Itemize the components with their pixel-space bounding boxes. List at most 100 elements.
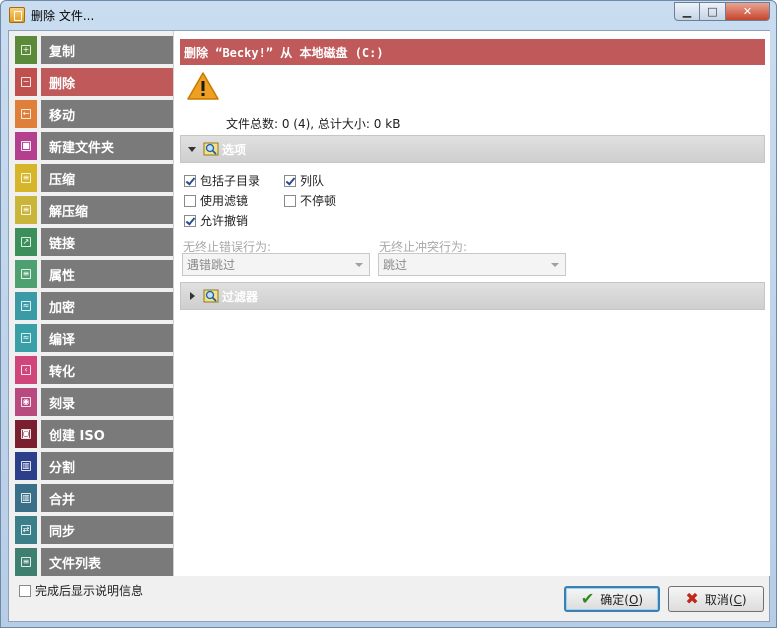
cancel-button[interactable]: ✖ 取消(C) <box>668 586 764 612</box>
sidebar-item[interactable]: ≈ 加密 <box>15 292 173 320</box>
sidebar-item[interactable]: ≡ 压缩 <box>15 164 173 192</box>
no-pause-checkbox[interactable]: 不停顿 <box>284 192 336 209</box>
chevron-down-icon <box>355 263 363 267</box>
show-info-checkbox[interactable]: 完成后显示说明信息 <box>19 582 143 599</box>
options-section-label: 选项 <box>222 142 247 157</box>
sidebar-item[interactable]: ≡ 属性 <box>15 260 173 288</box>
sidebar-item-icon: ▥ <box>15 452 37 480</box>
sidebar-item[interactable]: ◙ 创建 ISO <box>15 420 173 448</box>
sidebar-item-icon: + <box>15 36 37 64</box>
sidebar-item-icon: ⇄ <box>15 516 37 544</box>
conflict-behavior-select[interactable]: 跳过 <box>378 253 566 276</box>
warning-icon <box>187 72 219 100</box>
use-filter-label: 使用滤镜 <box>200 194 249 208</box>
close-icon: ✕ <box>742 5 753 18</box>
dialog-window: 删除 文件... ▁ □ ✕ + 复制 − 删除 ← 移动 ■ 新建文件夹 ≡ 压缩 ≡ 解压缩 ↗ 链接… <box>0 0 777 628</box>
sidebar-item-icon: ■ <box>15 132 37 160</box>
sidebar-item-label: 加密 <box>41 292 173 320</box>
maximize-icon: □ <box>707 5 718 18</box>
close-button[interactable]: ✕ <box>726 2 770 21</box>
sidebar-item[interactable]: ◉ 刻录 <box>15 388 173 416</box>
sidebar-item[interactable]: ≡ 解压缩 <box>15 196 173 224</box>
sidebar-item[interactable]: ≈ 编译 <box>15 324 173 352</box>
sidebar-item-label: 属性 <box>41 260 173 288</box>
include-subdirs-box[interactable] <box>184 174 196 187</box>
sidebar-item-label: 合并 <box>41 484 173 512</box>
include-subdirs-checkbox[interactable]: 包括子目录 <box>184 172 260 189</box>
sidebar-item-label: 压缩 <box>41 164 173 192</box>
chevron-down-icon <box>551 263 559 267</box>
sidebar-item-icon: ‹ <box>15 356 37 384</box>
sidebar-item-icon: ◙ <box>15 420 37 448</box>
sidebar-item-icon: ≡ <box>15 548 37 576</box>
error-behavior-value: 遇错跳过 <box>187 258 236 272</box>
sidebar-item[interactable]: − 删除 <box>15 68 173 96</box>
conflict-behavior-value: 跳过 <box>383 258 408 272</box>
sidebar-item-label: 删除 <box>41 68 173 96</box>
chevron-down-icon <box>188 146 196 152</box>
use-filter-checkbox[interactable]: 使用滤镜 <box>184 192 248 209</box>
cancel-button-label: 取消(C) <box>704 592 747 607</box>
sidebar-item[interactable]: ← 移动 <box>15 100 173 128</box>
queue-label: 列队 <box>300 174 325 188</box>
sidebar-item[interactable]: ‹ 转化 <box>15 356 173 384</box>
options-section-header[interactable]: 选项 <box>180 135 765 163</box>
dialog-client: + 复制 − 删除 ← 移动 ■ 新建文件夹 ≡ 压缩 ≡ 解压缩 ↗ 链接 ≡ 属性 ≈ 加密 ≈ 编译 ‹ 转化 ◉ 刻录… <box>8 30 770 622</box>
sidebar-item-label: 分割 <box>41 452 173 480</box>
options-search-icon <box>203 142 219 156</box>
sidebar-item-icon: ≡ <box>15 260 37 288</box>
sidebar-item[interactable]: ▥ 合并 <box>15 484 173 512</box>
show-info-label: 完成后显示说明信息 <box>35 584 144 598</box>
sidebar-item-icon: ≡ <box>15 196 37 224</box>
filter-section-header[interactable]: 过滤器 <box>180 282 765 310</box>
sidebar-item-label: 同步 <box>41 516 173 544</box>
allow-undo-checkbox[interactable]: 允许撤销 <box>184 212 248 229</box>
app-icon <box>9 7 25 23</box>
sidebar-item-label: 文件列表 <box>41 548 173 576</box>
ok-button[interactable]: ✔ 确定(O) <box>564 586 660 612</box>
sidebar-item-icon: ≈ <box>15 292 37 320</box>
sidebar-item-icon: ◉ <box>15 388 37 416</box>
no-pause-box[interactable] <box>284 194 296 207</box>
checkmark-icon: ✔ <box>580 589 595 608</box>
minimize-icon: ▁ <box>682 5 692 18</box>
operation-header: 删除 “Becky!” 从 本地磁盘 (C:) <box>180 39 765 65</box>
sidebar-item[interactable]: ↗ 链接 <box>15 228 173 256</box>
maximize-button[interactable]: □ <box>700 2 726 21</box>
sidebar-item[interactable]: ≡ 文件列表 <box>15 548 173 576</box>
sidebar-item-label: 新建文件夹 <box>41 132 173 160</box>
file-summary: 文件总数: 0 (4), 总计大小: 0 kB <box>226 117 401 131</box>
title-bar[interactable]: 删除 文件... ▁ □ ✕ <box>1 1 776 29</box>
sidebar-item[interactable]: ▥ 分割 <box>15 452 173 480</box>
sidebar-item-label: 移动 <box>41 100 173 128</box>
show-info-box[interactable] <box>19 584 31 597</box>
filter-section-label: 过滤器 <box>222 289 259 304</box>
allow-undo-label: 允许撤销 <box>200 214 249 228</box>
no-pause-label: 不停顿 <box>300 194 337 208</box>
chevron-right-icon <box>189 292 195 300</box>
sidebar-item-icon: ≡ <box>15 164 37 192</box>
operation-sidebar: + 复制 − 删除 ← 移动 ■ 新建文件夹 ≡ 压缩 ≡ 解压缩 ↗ 链接 ≡ 属性 ≈ 加密 ≈ 编译 ‹ 转化 ◉ 刻录… <box>15 36 173 580</box>
operation-panel: 删除 “Becky!” 从 本地磁盘 (C:) 文件总数: 0 (4), 总计大… <box>173 31 770 576</box>
ok-button-label: 确定(O) <box>600 592 644 607</box>
allow-undo-box[interactable] <box>184 214 196 227</box>
sidebar-item-label: 复制 <box>41 36 173 64</box>
queue-checkbox[interactable]: 列队 <box>284 172 324 189</box>
filter-search-icon <box>203 289 219 303</box>
error-behavior-select[interactable]: 遇错跳过 <box>182 253 370 276</box>
cross-icon: ✖ <box>685 589 699 608</box>
use-filter-box[interactable] <box>184 194 196 207</box>
sidebar-item-icon: ← <box>15 100 37 128</box>
queue-box[interactable] <box>284 174 296 187</box>
sidebar-item[interactable]: + 复制 <box>15 36 173 64</box>
sidebar-item-icon: − <box>15 68 37 96</box>
sidebar-item[interactable]: ■ 新建文件夹 <box>15 132 173 160</box>
sidebar-item-icon: ↗ <box>15 228 37 256</box>
sidebar-item-label: 解压缩 <box>41 196 173 224</box>
include-subdirs-label: 包括子目录 <box>200 174 261 188</box>
window-controls: ▁ □ ✕ <box>674 2 770 21</box>
window-title: 删除 文件... <box>31 9 95 23</box>
sidebar-item-label: 编译 <box>41 324 173 352</box>
minimize-button[interactable]: ▁ <box>674 2 700 21</box>
sidebar-item[interactable]: ⇄ 同步 <box>15 516 173 544</box>
